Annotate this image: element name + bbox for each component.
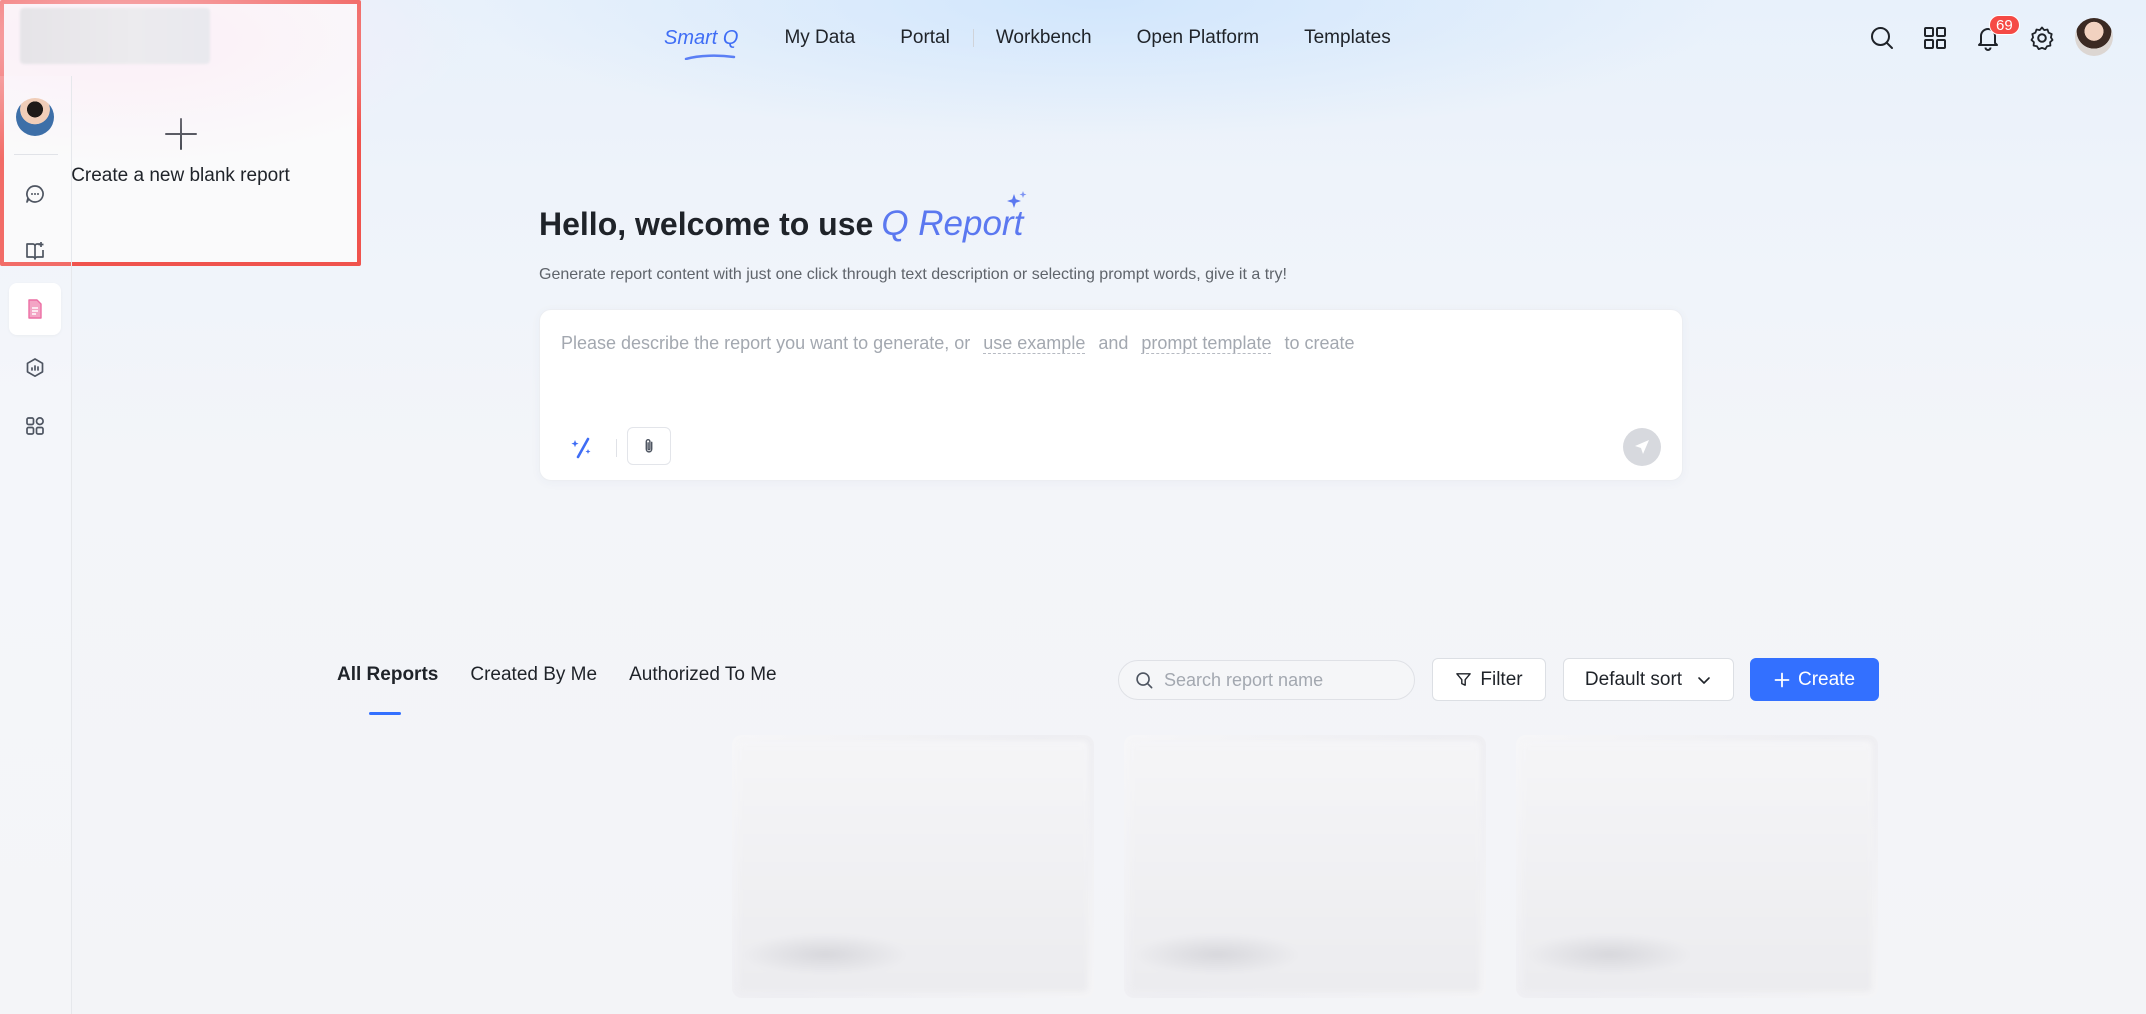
welcome-text: Hello, welcome to use: [539, 206, 874, 242]
send-button[interactable]: [1623, 428, 1661, 466]
nav-my-data[interactable]: My Data: [784, 27, 855, 49]
search-icon: [1136, 671, 1153, 688]
tab-created-by-me[interactable]: Created By Me: [470, 664, 597, 686]
sidebar-item-analysis[interactable]: [9, 342, 61, 394]
report-icon: [28, 299, 42, 319]
nav-workbench[interactable]: Workbench: [996, 27, 1092, 49]
paperclip-icon: [645, 439, 653, 453]
sidebar-item-reports[interactable]: [9, 283, 61, 335]
sidebar-item-chat[interactable]: [9, 168, 61, 220]
sort-label: Default sort: [1584, 668, 1683, 690]
gear-icon[interactable]: [2027, 23, 2057, 53]
plus-icon: [1774, 672, 1790, 687]
sidebar-divider: [14, 154, 58, 155]
report-card[interactable]: [1516, 735, 1878, 998]
prompt-template-link[interactable]: prompt template: [1141, 333, 1272, 354]
prompt-tools-divider: [616, 439, 617, 457]
search-icon[interactable]: [1867, 23, 1897, 53]
report-card[interactable]: [1124, 735, 1486, 998]
filter-icon: [1456, 673, 1472, 686]
left-sidebar: [0, 76, 72, 1014]
tab-authorized-to-me[interactable]: Authorized To Me: [629, 664, 777, 686]
ai-magic-icon[interactable]: [569, 434, 595, 460]
search-input[interactable]: [1164, 669, 1404, 691]
top-navigation: Smart Q My Data Portal Workbench Open Pl…: [664, 0, 1436, 76]
report-thumbnail: [1522, 741, 1872, 992]
nav-smart-q-label: Smart Q: [664, 26, 739, 49]
welcome-heading: Hello, welcome to use Q Report: [539, 191, 1027, 244]
prompt-text-before: Please describe the report you want to g…: [561, 333, 971, 353]
prompt-text-and: and: [1098, 333, 1129, 353]
use-example-link[interactable]: use example: [983, 333, 1086, 354]
nav-portal[interactable]: Portal: [900, 27, 950, 49]
book-icon: [26, 242, 44, 260]
prompt-placeholder[interactable]: Please describe the report you want to g…: [561, 333, 1355, 354]
send-icon: [1635, 440, 1649, 454]
chevron-down-icon: [1698, 676, 1710, 684]
logo[interactable]: [20, 8, 210, 64]
sidebar-item-apps[interactable]: [9, 400, 61, 452]
notifications-button[interactable]: 69: [1973, 15, 2020, 53]
report-card[interactable]: [732, 735, 1094, 998]
report-thumbnail: [1130, 741, 1480, 992]
nav-templates[interactable]: Templates: [1304, 27, 1391, 49]
sidebar-item-knowledge[interactable]: [9, 225, 61, 277]
apps-icon: [26, 417, 44, 435]
apps-grid-icon[interactable]: [1920, 23, 1950, 53]
report-thumbnail: [738, 741, 1088, 992]
notification-badge: 69: [1989, 15, 2020, 35]
report-prompt-box[interactable]: Please describe the report you want to g…: [539, 309, 1683, 481]
analysis-icon: [26, 358, 44, 378]
user-avatar[interactable]: [2075, 18, 2113, 56]
create-button[interactable]: Create: [1750, 658, 1879, 701]
plus-icon: [164, 118, 197, 150]
report-tabs: All Reports Created By Me Authorized To …: [337, 664, 809, 715]
product-name: Q Report: [881, 191, 1027, 244]
chat-icon: [26, 185, 44, 203]
active-swoosh-icon: [684, 53, 736, 60]
report-search[interactable]: [1118, 660, 1415, 700]
tab-all-reports[interactable]: All Reports: [337, 664, 438, 715]
create-blank-report-label: Create a new blank report: [71, 165, 290, 186]
nav-smart-q[interactable]: Smart Q: [664, 26, 739, 60]
sort-dropdown[interactable]: Default sort: [1563, 658, 1734, 701]
filter-label: Filter: [1480, 668, 1523, 690]
welcome-subtitle: Generate report content with just one cl…: [539, 266, 1287, 283]
create-label: Create: [1797, 668, 1856, 690]
sparkle-icon: [1007, 191, 1027, 208]
nav-divider: [972, 29, 974, 47]
sidebar-avatar[interactable]: [16, 98, 54, 136]
filter-button[interactable]: Filter: [1432, 658, 1546, 701]
attach-button[interactable]: [627, 427, 671, 465]
nav-open-platform[interactable]: Open Platform: [1137, 27, 1260, 49]
prompt-text-after: to create: [1284, 333, 1355, 353]
